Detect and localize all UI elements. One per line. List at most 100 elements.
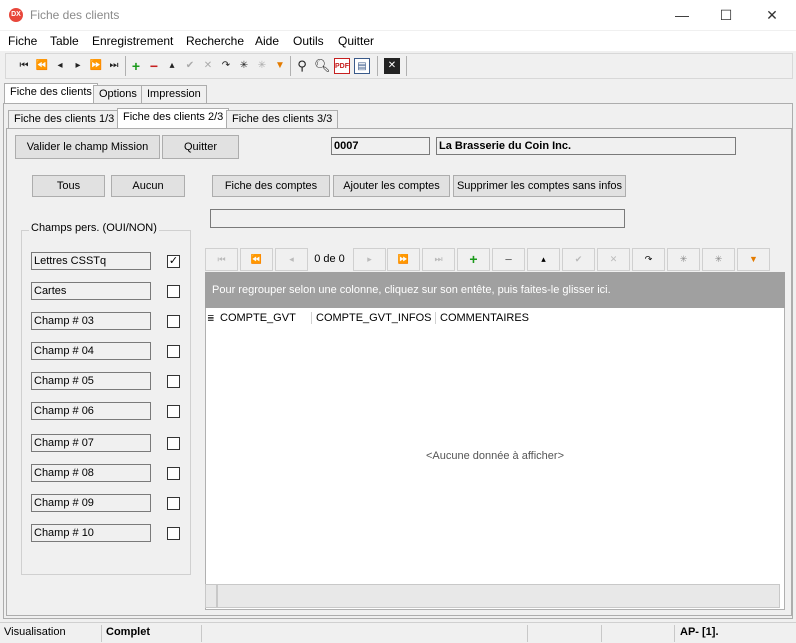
- grid-first-icon[interactable]: ⏮: [205, 248, 238, 271]
- custom-field-label: Champ # 03: [31, 312, 151, 330]
- prev-page-icon[interactable]: ⏪: [34, 58, 50, 74]
- first-record-icon[interactable]: ⏮: [16, 58, 32, 74]
- filter-icon[interactable]: ▼: [272, 58, 288, 74]
- menu-fiche[interactable]: Fiche: [8, 34, 37, 48]
- grid-footer: [217, 584, 780, 608]
- empty-grid-message: <Aucune donnée à afficher>: [425, 450, 565, 462]
- supprimer-comptes-button[interactable]: Supprimer les comptes sans infos: [453, 175, 626, 197]
- custom-field-checkbox[interactable]: [167, 467, 180, 480]
- menu-outils[interactable]: Outils: [293, 34, 324, 48]
- close-box-icon[interactable]: ✕: [384, 58, 400, 74]
- column-header[interactable]: COMPTE_GVT: [220, 312, 312, 324]
- tous-button[interactable]: Tous: [32, 175, 105, 197]
- status-separator: [674, 625, 675, 642]
- refresh-icon[interactable]: ↷: [218, 58, 234, 74]
- custom-field-checkbox[interactable]: [167, 497, 180, 510]
- grid-up-icon[interactable]: ▴: [527, 248, 560, 271]
- grid-cancel-icon[interactable]: ✕: [597, 248, 630, 271]
- custom-field-label: Champ # 07: [31, 434, 151, 452]
- custom-field-checkbox[interactable]: [167, 375, 180, 388]
- next-page-icon[interactable]: ⏩: [88, 58, 104, 74]
- maximize-button[interactable]: ☐: [714, 4, 738, 26]
- custom-field-checkbox[interactable]: [167, 345, 180, 358]
- column-header[interactable]: COMMENTAIRES: [440, 312, 640, 324]
- column-header[interactable]: COMPTE_GVT_INFOS: [316, 312, 436, 324]
- status-separator: [201, 625, 202, 642]
- custom-field-checkbox[interactable]: [167, 315, 180, 328]
- fiche-comptes-button[interactable]: Fiche des comptes: [212, 175, 330, 197]
- grid-add-icon[interactable]: +: [457, 248, 490, 271]
- tab-fiche-clients[interactable]: Fiche des clients: [4, 83, 98, 104]
- pdf-mail-icon[interactable]: PDF: [334, 58, 350, 74]
- row-indicator-icon[interactable]: ≣: [207, 312, 217, 324]
- custom-field-label: Champ # 04: [31, 342, 151, 360]
- grid-prev-page-icon[interactable]: ⏪: [240, 248, 273, 271]
- custom-field-checkbox[interactable]: ✓: [167, 255, 180, 268]
- status-right: AP- [1].: [680, 626, 719, 638]
- record-name-field[interactable]: La Brasserie du Coin Inc.: [436, 137, 736, 155]
- tab-fiche-2-3[interactable]: Fiche des clients 2/3: [117, 108, 230, 129]
- minimize-button[interactable]: —: [670, 4, 694, 26]
- next-record-icon[interactable]: ▸: [70, 58, 86, 74]
- info-field[interactable]: [210, 209, 625, 228]
- custom-field-label: Lettres CSSTq: [31, 252, 151, 270]
- asterisk-icon[interactable]: ✳: [236, 58, 252, 74]
- ajouter-comptes-button[interactable]: Ajouter les comptes: [333, 175, 450, 197]
- menu-aide[interactable]: Aide: [255, 34, 279, 48]
- record-id-field[interactable]: 0007: [331, 137, 430, 155]
- tab-options[interactable]: Options: [93, 85, 143, 105]
- grid-next-page-icon[interactable]: ⏩: [387, 248, 420, 271]
- last-record-icon[interactable]: ⏭: [106, 58, 122, 74]
- custom-field-label: Champ # 10: [31, 524, 151, 542]
- toolbar-separator: [406, 56, 407, 76]
- custom-field-checkbox[interactable]: [167, 285, 180, 298]
- custom-fields-label: Champs pers. (OUI/NON): [29, 222, 159, 234]
- toolbar: ⏮ ⏪ ◂ ▸ ⏩ ⏭ + − ▴ ✔ ✕ ↷ ✳ ✳ ▼ ⚲ 🔍︎ PDF ▤…: [5, 53, 793, 79]
- grid-delete-icon[interactable]: −: [492, 248, 525, 271]
- search-icon[interactable]: 🔍︎: [314, 58, 331, 74]
- custom-field-checkbox[interactable]: [167, 527, 180, 540]
- aucun-button[interactable]: Aucun: [111, 175, 185, 197]
- group-by-area[interactable]: Pour regrouper selon une colonne, clique…: [205, 272, 785, 308]
- binoculars-icon[interactable]: ⚲: [294, 58, 310, 74]
- menu-recherche[interactable]: Recherche: [186, 34, 244, 48]
- add-icon[interactable]: +: [128, 58, 144, 74]
- tab-fiche-1-3[interactable]: Fiche des clients 1/3: [8, 110, 121, 130]
- close-button[interactable]: ✕: [760, 4, 784, 26]
- custom-field-checkbox[interactable]: [167, 437, 180, 450]
- valider-mission-button[interactable]: Valider le champ Mission: [15, 135, 160, 159]
- quitter-button[interactable]: Quitter: [162, 135, 239, 159]
- title-bar: DX Fiche des clients — ☐ ✕: [0, 0, 796, 31]
- grid-filter-icon[interactable]: ▼: [737, 248, 770, 271]
- check-icon[interactable]: ✔: [182, 58, 198, 74]
- grid-next-icon[interactable]: ▸: [353, 248, 386, 271]
- status-mode: Visualisation: [4, 626, 66, 638]
- menu-enregistrement[interactable]: Enregistrement: [92, 34, 173, 48]
- window-title: Fiche des clients: [30, 8, 120, 22]
- status-state: Complet: [106, 626, 150, 638]
- card-icon[interactable]: ▤: [354, 58, 370, 74]
- custom-field-checkbox[interactable]: [167, 405, 180, 418]
- grid-asterisk-icon[interactable]: ✳: [667, 248, 700, 271]
- tab-fiche-3-3[interactable]: Fiche des clients 3/3: [226, 110, 339, 130]
- grid-prev-icon[interactable]: ◂: [275, 248, 308, 271]
- up-icon[interactable]: ▴: [164, 58, 180, 74]
- grid-last-icon[interactable]: ⏭: [422, 248, 455, 271]
- toolbar-separator: [125, 56, 126, 76]
- grid-check-icon[interactable]: ✔: [562, 248, 595, 271]
- status-bar: Visualisation Complet AP- [1].: [0, 622, 796, 643]
- menu-bar: Fiche Table Enregistrement Recherche Aid…: [0, 31, 796, 51]
- prev-record-icon[interactable]: ◂: [52, 58, 68, 74]
- cancel-icon[interactable]: ✕: [200, 58, 216, 74]
- menu-quitter[interactable]: Quitter: [338, 34, 374, 48]
- delete-icon[interactable]: −: [146, 58, 162, 74]
- status-separator: [527, 625, 528, 642]
- status-separator: [101, 625, 102, 642]
- tab-impression[interactable]: Impression: [141, 85, 207, 105]
- custom-field-label: Champ # 09: [31, 494, 151, 512]
- grid-asterisk-alt-icon[interactable]: ✳: [702, 248, 735, 271]
- asterisk-alt-icon[interactable]: ✳: [254, 58, 270, 74]
- grid-refresh-icon[interactable]: ↷: [632, 248, 665, 271]
- menu-table[interactable]: Table: [50, 34, 79, 48]
- toolbar-separator: [290, 56, 291, 76]
